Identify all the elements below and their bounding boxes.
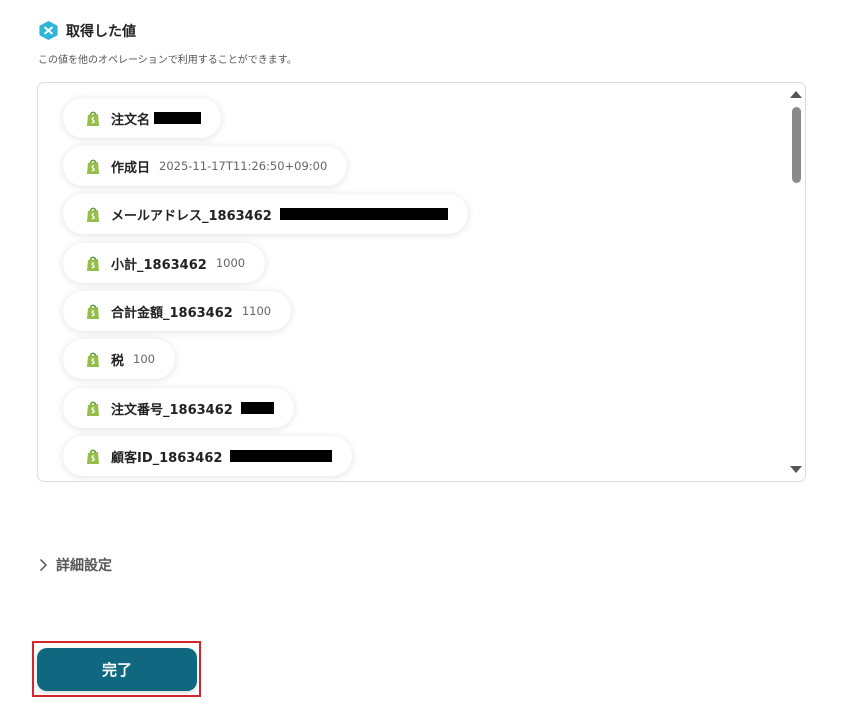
values-panel[interactable]: 注文名 作成日 2025-11-17T11:26:50+09:00 メールアドレ… <box>37 82 806 482</box>
scrollbar-thumb[interactable] <box>792 107 801 183</box>
shopify-bag-icon <box>87 207 99 222</box>
section-description: この値を他のオペレーションで利用することができます。 <box>38 55 297 66</box>
shopify-bag-icon <box>87 111 99 126</box>
redacted-value <box>230 450 333 462</box>
value-label: 税 <box>111 353 125 369</box>
shopify-bag-icon <box>87 304 99 319</box>
section-header: 取得した値 <box>38 20 136 41</box>
scroll-down-arrow-icon[interactable] <box>790 466 802 473</box>
value-chip-total[interactable]: 合計金額_1863462 1100 <box>63 291 292 331</box>
value-label: 顧客ID_1863462 <box>111 450 223 466</box>
yoom-logo-icon <box>39 20 58 41</box>
shopify-bag-icon <box>87 401 99 416</box>
advanced-settings-toggle[interactable]: 詳細設定 <box>38 555 112 575</box>
done-button[interactable]: 完了 <box>37 648 197 691</box>
chevron-right-icon <box>39 558 48 572</box>
value-label: 小計_1863462 <box>111 257 207 273</box>
value-label: 作成日 <box>111 160 151 176</box>
redacted-value <box>154 112 202 124</box>
value-text: 100 <box>133 352 155 366</box>
advanced-settings-label: 詳細設定 <box>56 558 112 574</box>
redacted-value <box>279 208 448 220</box>
value-label: メールアドレス_1863462 <box>111 208 272 224</box>
section-title: 取得した値 <box>66 23 136 40</box>
value-chip-created-date[interactable]: 作成日 2025-11-17T11:26:50+09:00 <box>63 146 348 186</box>
scrollbar[interactable] <box>789 83 805 481</box>
value-chip-order-number[interactable]: 注文番号_1863462 <box>63 388 294 428</box>
shopify-bag-icon <box>87 449 99 464</box>
shopify-bag-icon <box>87 159 99 174</box>
value-chip-subtotal[interactable]: 小計_1863462 1000 <box>63 243 266 283</box>
value-text: 1100 <box>241 304 272 318</box>
value-label: 注文番号_1863462 <box>111 402 233 418</box>
value-chip-customer-id[interactable]: 顧客ID_1863462 <box>63 436 353 476</box>
shopify-bag-icon <box>87 352 99 367</box>
redacted-value <box>240 402 274 414</box>
value-text: 2025-11-17T11:26:50+09:00 <box>159 159 328 173</box>
value-label: 注文名 <box>111 112 151 128</box>
value-label: 合計金額_1863462 <box>111 305 233 321</box>
value-chip-email[interactable]: メールアドレス_1863462 <box>63 194 468 234</box>
scroll-up-arrow-icon[interactable] <box>790 91 802 98</box>
value-text: 1000 <box>215 256 246 270</box>
value-chip-tax[interactable]: 税 100 <box>63 339 175 379</box>
value-chip-order-name[interactable]: 注文名 <box>63 98 222 138</box>
shopify-bag-icon <box>87 256 99 271</box>
